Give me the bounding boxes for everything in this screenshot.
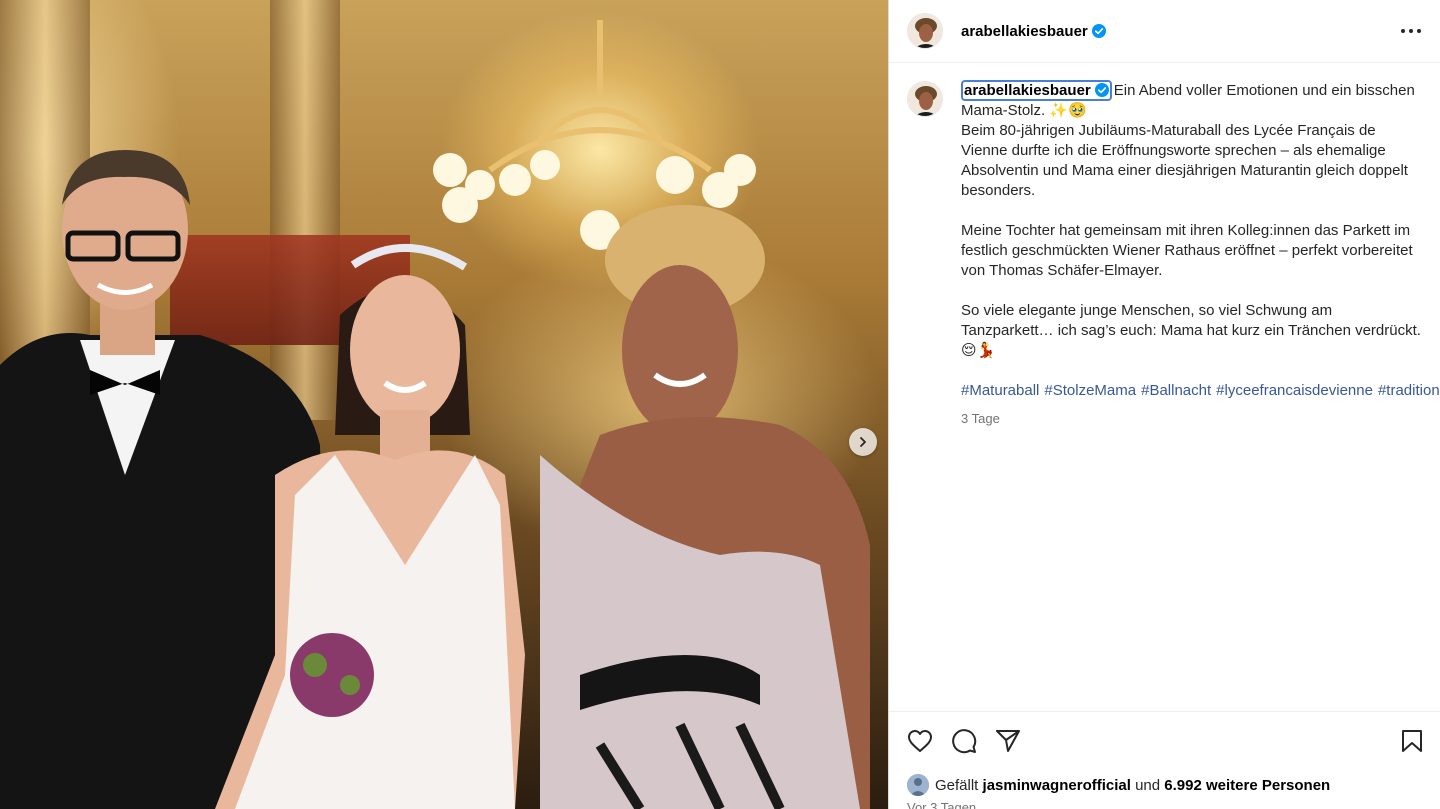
likes-prefix: Gefällt [935,776,979,794]
comment-icon [952,729,977,754]
hashtag-link[interactable]: #StolzeMama [1044,382,1136,399]
hashtag-link[interactable]: #tradition [1378,382,1440,399]
caption-paragraph: Meine Tochter hat gemeinsam mit ihren Ko… [961,222,1413,279]
caption-username-link[interactable]: arabellakiesbauer [961,80,1112,101]
hashtag-link[interactable]: #Maturaball [961,382,1039,399]
save-button[interactable] [1401,729,1423,753]
post-side-panel: arabellakiesbauer arabellakiesbauer Ein … [888,0,1440,809]
verified-badge-icon [1091,24,1106,38]
more-options-button[interactable] [1400,28,1422,34]
liker-avatar[interactable] [907,774,929,796]
post-actions: Gefällt jasminwagnerofficial und 6.992 w… [889,711,1440,809]
woman-in-feather-gown [540,205,870,809]
like-button[interactable] [907,729,933,753]
post-photo[interactable] [0,0,888,809]
caption-timestamp[interactable]: 3 Tage [961,409,1421,429]
bookmark-icon [1402,730,1422,752]
verified-badge-icon [1094,83,1109,97]
likes-summary: Gefällt jasminwagnerofficial und 6.992 w… [907,774,1423,796]
post-timestamp[interactable]: Vor 3 Tagen [907,800,1423,809]
share-button[interactable] [995,729,1021,753]
likes-count[interactable]: 6.992 weitere Personen [1164,777,1330,794]
hashtag-list: #Maturaball #StolzeMama #Ballnacht #lyceefr… [961,381,1440,401]
caption-avatar[interactable] [907,81,943,117]
more-horizontal-icon [1401,29,1421,33]
carousel-next-button[interactable] [849,428,877,456]
hashtag-link[interactable]: #lyceefrancaisdevienne [1216,382,1373,399]
likes-connector: und [1135,776,1161,794]
send-icon [996,730,1020,752]
caption-line: Beim 80-jährigen Jubiläums-Maturaball de… [961,122,1408,199]
caption-text: arabellakiesbauer Ein Abend voller Emotio… [961,80,1440,429]
liker-username[interactable]: jasminwagnerofficial [983,777,1131,794]
post-header: arabellakiesbauer [889,0,1440,63]
avatar[interactable] [907,13,943,49]
comment-button[interactable] [951,728,977,754]
young-woman-in-white-dress [215,244,525,809]
chevron-right-icon [860,437,866,447]
header-username[interactable]: arabellakiesbauer [961,23,1088,40]
caption-paragraph: So viele elegante junge Menschen, so vie… [961,302,1421,359]
heart-icon [908,730,932,752]
caption-username[interactable]: arabellakiesbauer [964,82,1091,99]
caption-area: arabellakiesbauer Ein Abend voller Emotio… [889,63,1440,711]
hashtag-link[interactable]: #Ballnacht [1141,382,1211,399]
